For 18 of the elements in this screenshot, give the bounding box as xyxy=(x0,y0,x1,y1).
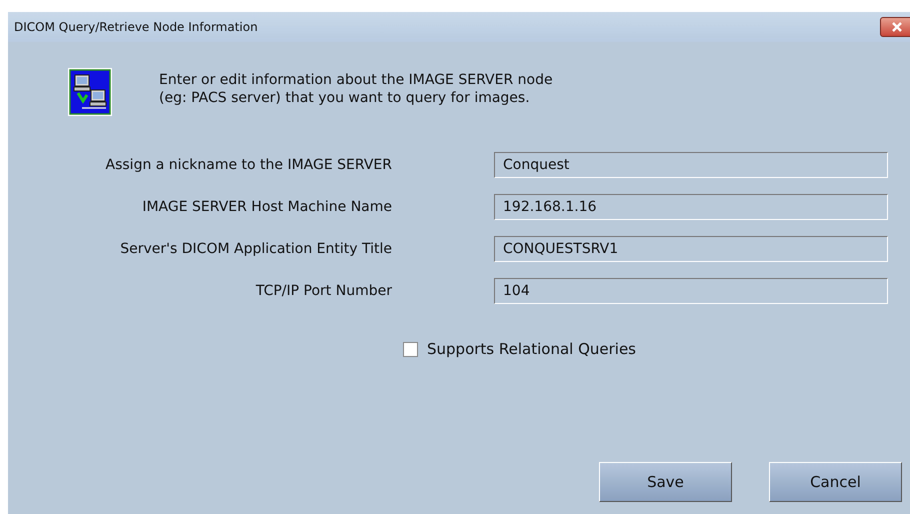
field-label: Server's DICOM Application Entity Title xyxy=(119,241,392,257)
input-field[interactable]: Conquest xyxy=(494,152,888,178)
save-button[interactable]: Save xyxy=(599,462,732,502)
checkbox[interactable] xyxy=(403,342,418,356)
window-title: DICOM Query/Retrieve Node Information xyxy=(14,20,258,34)
field-label: IMAGE SERVER Host Machine Name xyxy=(141,199,392,215)
cancel-button[interactable]: Cancel xyxy=(769,462,902,502)
instruction-text: (eg: PACS server) that you want to query for images. xyxy=(159,89,531,107)
field-label: TCP/IP Port Number xyxy=(254,283,392,299)
instruction-text: Enter or edit information about the IMAGE SERVER node xyxy=(159,71,553,89)
network-computers-icon xyxy=(68,68,112,116)
input-field[interactable]: 104 xyxy=(494,278,888,304)
field-label: Assign a nickname to the IMAGE SERVER xyxy=(104,157,392,173)
input-field[interactable]: 192.168.1.16 xyxy=(494,194,888,220)
checkbox-label: Supports Relational Queries xyxy=(427,340,636,358)
close-icon xyxy=(892,22,902,32)
close-button[interactable] xyxy=(880,17,910,37)
input-field[interactable]: CONQUESTSRV1 xyxy=(494,236,888,262)
